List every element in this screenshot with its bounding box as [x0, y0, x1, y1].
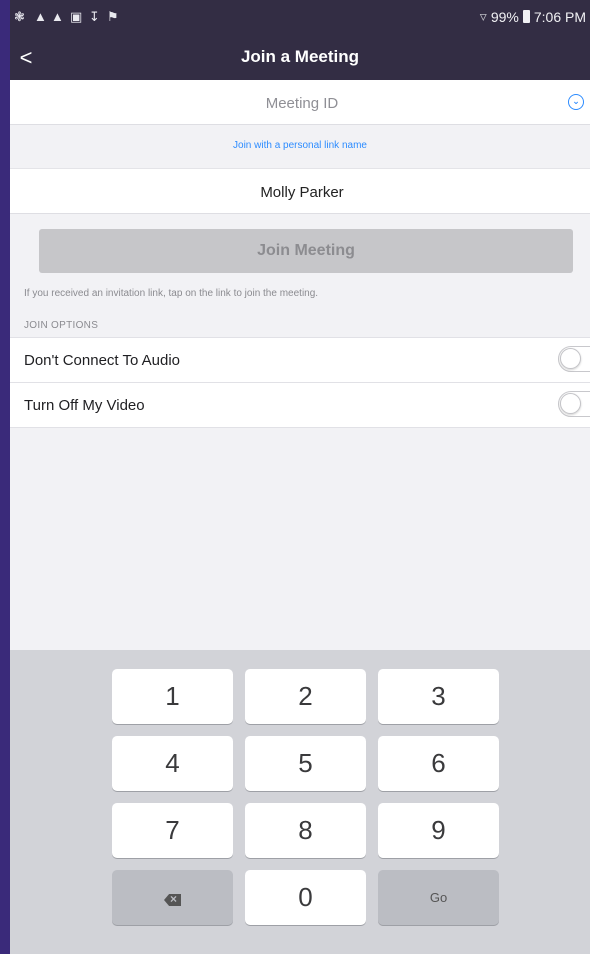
- go-key[interactable]: Go: [378, 870, 499, 925]
- option-label: Don't Connect To Audio: [24, 352, 181, 369]
- option-row-audio: Don't Connect To Audio: [10, 337, 590, 382]
- toggle-knob: [560, 393, 581, 414]
- image-icon: ▣: [70, 9, 83, 24]
- personal-link-name-link[interactable]: Join with a personal link name: [10, 126, 590, 166]
- key-2[interactable]: 2: [245, 669, 366, 724]
- meeting-id-input[interactable]: [10, 80, 590, 126]
- option-row-video: Turn Off My Video: [10, 382, 590, 428]
- key-9[interactable]: 9: [378, 803, 499, 858]
- battery-percent: 99%: [490, 8, 519, 25]
- backspace-key[interactable]: [112, 870, 233, 925]
- invitation-hint: If you received an invitation link, tap …: [24, 288, 319, 299]
- turn-off-video-toggle[interactable]: [558, 391, 590, 417]
- option-label: Turn Off My Video: [24, 397, 145, 414]
- chevron-down-circle-icon[interactable]: ⌄: [568, 94, 584, 110]
- flag-icon: ⚑: [107, 9, 119, 24]
- app-screen: ❃ ▲ ▲ ▣ ↧ ⚑ ▿ 99% 7:06 PM < Join a Meeti…: [10, 0, 590, 954]
- key-6[interactable]: 6: [378, 736, 499, 791]
- key-5[interactable]: 5: [245, 736, 366, 791]
- key-3[interactable]: 3: [378, 669, 499, 724]
- download-icon: ↧: [89, 9, 100, 24]
- toggle-knob: [560, 348, 581, 369]
- key-8[interactable]: 8: [245, 803, 366, 858]
- meeting-id-row: ⌄: [10, 80, 590, 126]
- dont-connect-audio-toggle[interactable]: [558, 346, 590, 372]
- page-title: Join a Meeting: [240, 47, 360, 66]
- key-7[interactable]: 7: [112, 803, 233, 858]
- wrench-icon: ❃: [14, 9, 25, 24]
- status-right: ▿ 99% 7:06 PM: [480, 8, 586, 25]
- key-0[interactable]: 0: [245, 870, 366, 925]
- figure-icon: ▲: [34, 9, 47, 24]
- join-options-header: JOIN OPTIONS: [24, 320, 99, 331]
- backspace-icon: [164, 894, 181, 906]
- status-bar: ❃ ▲ ▲ ▣ ↧ ⚑ ▿ 99% 7:06 PM: [10, 0, 590, 34]
- key-4[interactable]: 4: [112, 736, 233, 791]
- clock: 7:06 PM: [533, 8, 586, 25]
- join-meeting-button[interactable]: Join Meeting: [39, 229, 573, 273]
- wifi-icon: ▿: [479, 8, 487, 24]
- screen-name-input[interactable]: [10, 169, 590, 215]
- figure-icon: ▲: [51, 9, 64, 24]
- name-row: [10, 168, 590, 215]
- battery-icon: [522, 10, 530, 23]
- key-1[interactable]: 1: [112, 669, 233, 724]
- numeric-keypad: 1 2 3 4 5 6 7 8 9 0 Go: [10, 650, 590, 954]
- top-bar: ❃ ▲ ▲ ▣ ↧ ⚑ ▿ 99% 7:06 PM < Join a Meeti…: [10, 0, 590, 80]
